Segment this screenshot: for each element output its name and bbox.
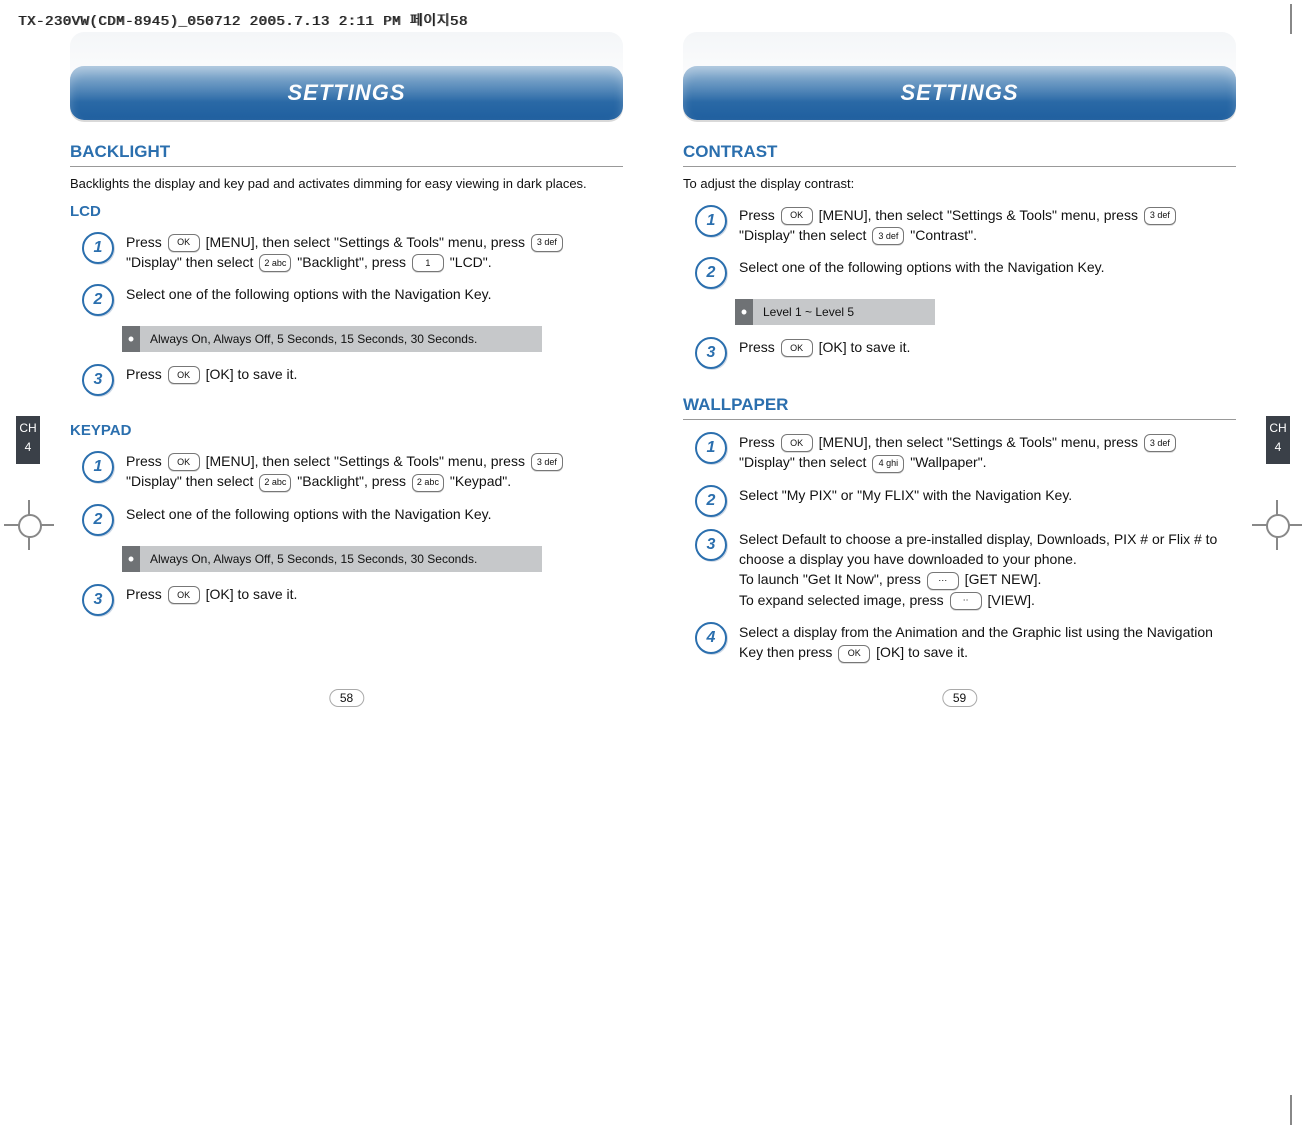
bullet-icon: • (122, 326, 140, 352)
key-3-icon: 3 def (872, 227, 904, 245)
page-number-left: 58 (329, 689, 364, 707)
bullet-icon: • (735, 299, 753, 325)
step-number-icon: 1 (82, 232, 114, 264)
step-text: Select one of the following options with… (739, 257, 1105, 277)
note-text: Always On, Always Off, 5 Seconds, 15 Sec… (140, 326, 542, 352)
contrast-step-1: 1 Press OK [MENU], then select "Settings… (695, 205, 1236, 246)
backlight-intro: Backlights the display and key pad and a… (70, 175, 623, 193)
ok-key-icon: OK (838, 645, 870, 663)
contrast-step-2: 2 Select one of the following options wi… (695, 257, 1236, 289)
step-text: Press OK [OK] to save it. (126, 584, 297, 604)
note-text: Level 1 ~ Level 5 (753, 299, 935, 325)
subsection-keypad: KEYPAD (70, 422, 623, 439)
step-text: Select "My PIX" or "My FLIX" with the Na… (739, 485, 1072, 505)
step-number-icon: 2 (82, 504, 114, 536)
key-3-icon: 3 def (531, 234, 563, 252)
lcd-step-1: 1 Press OK [MENU], then select "Settings… (82, 232, 623, 273)
wallpaper-step-2: 2 Select "My PIX" or "My FLIX" with the … (695, 485, 1236, 517)
step-number-icon: 3 (695, 529, 727, 561)
contrast-intro: To adjust the display contrast: (683, 175, 1236, 193)
section-backlight: BACKLIGHT (70, 142, 623, 167)
chapter-tab-left: CH 4 (16, 416, 40, 464)
step-text: Press OK [MENU], then select "Settings &… (126, 451, 623, 492)
wallpaper-step-4: 4 Select a display from the Animation an… (695, 622, 1236, 663)
banner-settings-right: SETTINGS (683, 66, 1236, 120)
keypad-step-3: 3 Press OK [OK] to save it. (82, 584, 623, 616)
right-softkey-icon: ⋯ (927, 572, 959, 590)
section-contrast: CONTRAST (683, 142, 1236, 167)
step-text: Select one of the following options with… (126, 284, 492, 304)
left-softkey-icon: ⋅⋅ (950, 592, 982, 610)
contrast-step-3: 3 Press OK [OK] to save it. (695, 337, 1236, 369)
wallpaper-step-3: 3 Select Default to choose a pre-install… (695, 529, 1236, 610)
step-number-icon: 4 (695, 622, 727, 654)
lcd-options-note: • Always On, Always Off, 5 Seconds, 15 S… (122, 326, 542, 352)
step-number-icon: 2 (82, 284, 114, 316)
keypad-options-note: • Always On, Always Off, 5 Seconds, 15 S… (122, 546, 542, 572)
step-number-icon: 1 (82, 451, 114, 483)
print-job-header: TX-230VW(CDM-8945)_050712 2005.7.13 2:11… (0, 0, 1306, 36)
step-number-icon: 3 (695, 337, 727, 369)
key-2-icon: 2 abc (259, 474, 291, 492)
chapter-tab-right: CH 4 (1266, 416, 1290, 464)
page-right: CH 4 SETTINGS CONTRAST To adjust the dis… (683, 66, 1236, 673)
key-4-icon: 4 ghi (872, 455, 904, 473)
ok-key-icon: OK (781, 434, 813, 452)
keypad-step-2: 2 Select one of the following options wi… (82, 504, 623, 536)
ok-key-icon: OK (781, 207, 813, 225)
key-3-icon: 3 def (1144, 434, 1176, 452)
ok-key-icon: OK (168, 586, 200, 604)
key-1-icon: 1 (412, 254, 444, 272)
step-text: Select one of the following options with… (126, 504, 492, 524)
step-number-icon: 2 (695, 257, 727, 289)
bullet-icon: • (122, 546, 140, 572)
page-left: CH 4 SETTINGS BACKLIGHT Backlights the d… (70, 66, 623, 673)
note-text: Always On, Always Off, 5 Seconds, 15 Sec… (140, 546, 542, 572)
key-3-icon: 3 def (531, 453, 563, 471)
key-2-icon: 2 abc (259, 254, 291, 272)
lcd-step-3: 3 Press OK [OK] to save it. (82, 364, 623, 396)
ok-key-icon: OK (168, 453, 200, 471)
step-text: Press OK [MENU], then select "Settings &… (739, 432, 1236, 473)
subsection-lcd: LCD (70, 203, 623, 220)
wallpaper-step-1: 1 Press OK [MENU], then select "Settings… (695, 432, 1236, 473)
section-wallpaper: WALLPAPER (683, 395, 1236, 420)
contrast-options-note: • Level 1 ~ Level 5 (735, 299, 935, 325)
step-text: Select a display from the Animation and … (739, 622, 1236, 663)
keypad-step-1: 1 Press OK [MENU], then select "Settings… (82, 451, 623, 492)
step-number-icon: 3 (82, 584, 114, 616)
page-spread: CH 4 SETTINGS BACKLIGHT Backlights the d… (0, 36, 1306, 733)
step-number-icon: 3 (82, 364, 114, 396)
step-number-icon: 1 (695, 205, 727, 237)
key-3-icon: 3 def (1144, 207, 1176, 225)
lcd-step-2: 2 Select one of the following options wi… (82, 284, 623, 316)
step-text: Press OK [OK] to save it. (126, 364, 297, 384)
ok-key-icon: OK (781, 339, 813, 357)
ok-key-icon: OK (168, 366, 200, 384)
step-text: Select Default to choose a pre-installed… (739, 529, 1236, 610)
page-number-right: 59 (942, 689, 977, 707)
step-text: Press OK [MENU], then select "Settings &… (126, 232, 623, 273)
step-number-icon: 2 (695, 485, 727, 517)
banner-settings-left: SETTINGS (70, 66, 623, 120)
step-text: Press OK [MENU], then select "Settings &… (739, 205, 1236, 246)
ok-key-icon: OK (168, 234, 200, 252)
step-number-icon: 1 (695, 432, 727, 464)
step-text: Press OK [OK] to save it. (739, 337, 910, 357)
key-2-icon: 2 abc (412, 474, 444, 492)
